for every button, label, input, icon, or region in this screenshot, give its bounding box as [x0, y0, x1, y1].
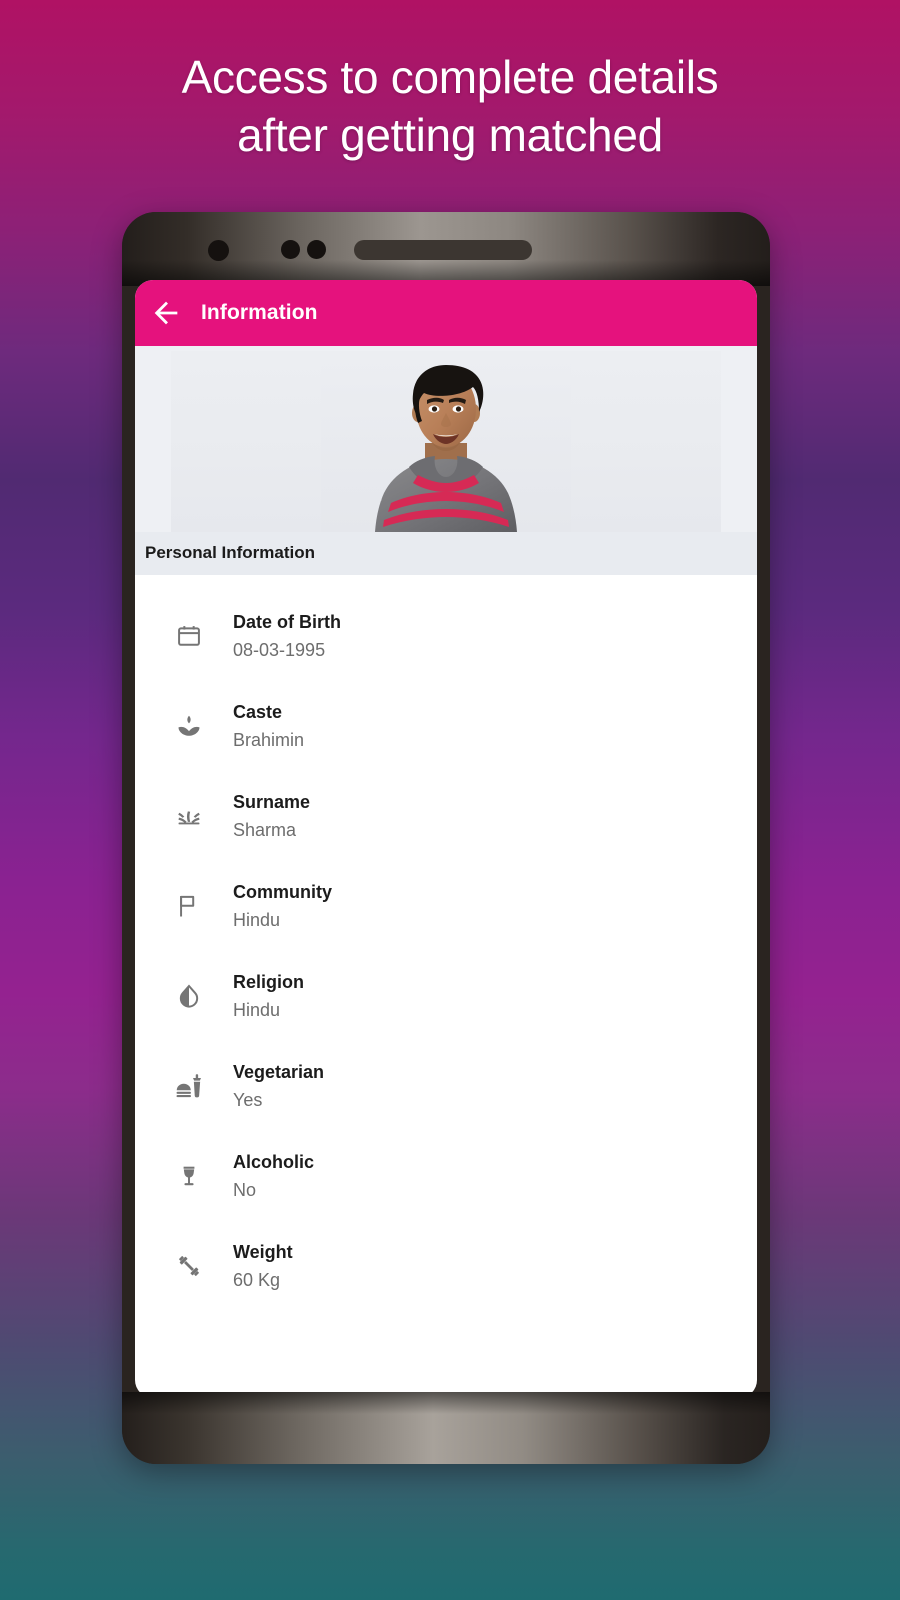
fastfood-icon — [167, 1064, 211, 1108]
list-item-value: Hindu — [233, 909, 281, 930]
list-item-label: Religion — [233, 971, 304, 992]
grass-icon — [167, 794, 211, 838]
sensor-icon — [281, 240, 300, 259]
list-item[interactable]: Date of Birth 08-03-1995 — [135, 591, 757, 681]
promo-headline: Access to complete details after getting… — [0, 48, 900, 164]
list-item-label: Vegetarian — [233, 1061, 325, 1082]
list-item-value: Hindu — [233, 999, 281, 1020]
promo-screenshot: Access to complete details after getting… — [0, 0, 900, 1600]
arrow-left-icon[interactable] — [149, 296, 183, 330]
calendar-icon — [167, 614, 211, 658]
flag-icon — [167, 884, 211, 928]
app-bar: Information — [135, 280, 757, 346]
portrait-illustration — [321, 351, 571, 532]
list-item-value: Yes — [233, 1089, 263, 1110]
list-item[interactable]: Vegetarian Yes — [135, 1041, 757, 1131]
dumbbell-icon — [167, 1244, 211, 1288]
app-screen: Information Personal Information Date of… — [135, 280, 757, 1398]
list-item[interactable]: Alcoholic No — [135, 1131, 757, 1221]
list-item-label: Weight — [233, 1241, 293, 1262]
list-item[interactable]: Weight 60 Kg — [135, 1221, 757, 1311]
profile-photo-band — [135, 346, 757, 532]
profile-photo — [171, 351, 721, 532]
list-item[interactable]: Religion Hindu — [135, 951, 757, 1041]
page-title: Information — [201, 301, 318, 324]
list-item-value: 08-03-1995 — [233, 639, 326, 660]
phone-device-mockup: Information Personal Information Date of… — [122, 212, 770, 1464]
details-list: Date of Birth 08-03-1995 Caste Brahimin — [135, 575, 757, 1311]
headline-line-2: after getting matched — [237, 109, 663, 161]
list-item-value: Sharma — [233, 819, 297, 840]
headline-line-1: Access to complete details — [181, 51, 719, 103]
list-item-value: No — [233, 1179, 257, 1200]
list-item-label: Alcoholic — [233, 1151, 315, 1172]
list-item-label: Caste — [233, 701, 283, 722]
list-item-value: Brahimin — [233, 729, 305, 750]
wineglass-icon — [167, 1154, 211, 1198]
list-item-label: Community — [233, 881, 332, 902]
droplet-icon — [167, 974, 211, 1018]
section-header: Personal Information — [135, 532, 757, 575]
list-item-value: 60 Kg — [233, 1269, 281, 1290]
lotus-icon — [167, 704, 211, 748]
camera-icon — [208, 240, 229, 261]
earpiece-speaker — [354, 240, 532, 260]
list-item-label: Surname — [233, 791, 311, 812]
phone-bottom-bezel — [122, 1392, 770, 1464]
list-item[interactable]: Caste Brahimin — [135, 681, 757, 771]
list-item[interactable]: Community Hindu — [135, 861, 757, 951]
list-item[interactable]: Surname Sharma — [135, 771, 757, 861]
list-item-label: Date of Birth — [233, 611, 341, 632]
section-title: Personal Information — [145, 543, 316, 562]
sensor-icon-secondary — [307, 240, 326, 259]
